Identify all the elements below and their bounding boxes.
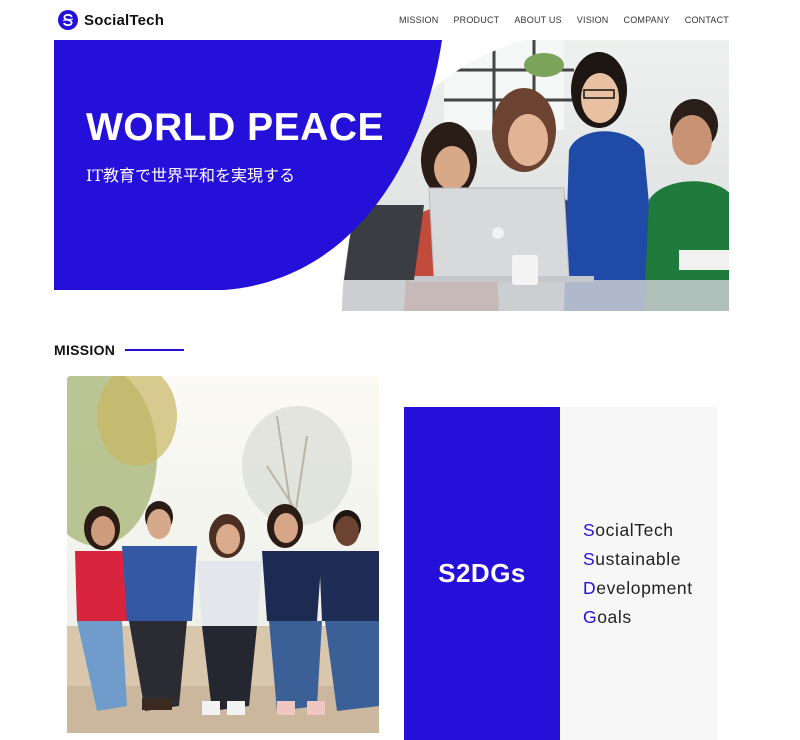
s2dgs-title-panel: S2DGs (404, 407, 560, 740)
nav-link-contact[interactable]: CONTACT (685, 15, 729, 25)
s2dgs-item-initial: S (583, 519, 596, 540)
s2dgs-item: Development (583, 574, 717, 603)
mission-heading-text: MISSION (54, 342, 116, 358)
s2dgs-item: Goals (583, 603, 717, 632)
s2dgs-item-rest: ocialTech (595, 519, 674, 540)
nav-link-about-us[interactable]: ABOUT US (514, 15, 561, 25)
s2dgs-item: Sustainable (583, 545, 717, 574)
s2dgs-item-rest: evelopment (596, 577, 693, 598)
s2dgs-item-rest: ustainable (595, 548, 682, 569)
s2dgs-item-initial: G (583, 606, 598, 627)
s2dgs-item: SocialTech (583, 516, 717, 545)
s2dgs-title: S2DGs (438, 558, 526, 588)
nav-link-product[interactable]: PRODUCT (453, 15, 499, 25)
hero-title: WORLD PEACE (86, 106, 384, 149)
s2dgs-list: SocialTech Sustainable Development Goals (560, 407, 717, 740)
site-logo[interactable]: SocialTech (58, 10, 164, 30)
hero-subtitle: IT教育で世界平和を実現する (86, 166, 295, 185)
hero-banner: WORLD PEACE IT教育で世界平和を実現する (54, 40, 729, 311)
s2dgs-card: S2DGs SocialTech Sustainable Development… (404, 407, 717, 740)
s2dgs-item-initial: S (583, 548, 596, 569)
nav-link-mission[interactable]: MISSION (399, 15, 438, 25)
s2dgs-item-initial: D (583, 577, 597, 598)
mission-heading: MISSION (54, 342, 185, 358)
s2dgs-item-rest: oals (597, 606, 632, 627)
mission-heading-underline (125, 349, 185, 351)
nav-link-company[interactable]: COMPANY (624, 15, 670, 25)
nav-link-vision[interactable]: VISION (577, 15, 609, 25)
mission-photo (67, 376, 379, 733)
site-header: SocialTech MISSION PRODUCT ABOUT US VISI… (0, 0, 800, 40)
logo-text: SocialTech (84, 11, 165, 29)
group-photo-illustration (67, 376, 379, 733)
logo-mark-icon (58, 10, 78, 30)
main-nav: MISSION PRODUCT ABOUT US VISION COMPANY … (399, 15, 729, 25)
